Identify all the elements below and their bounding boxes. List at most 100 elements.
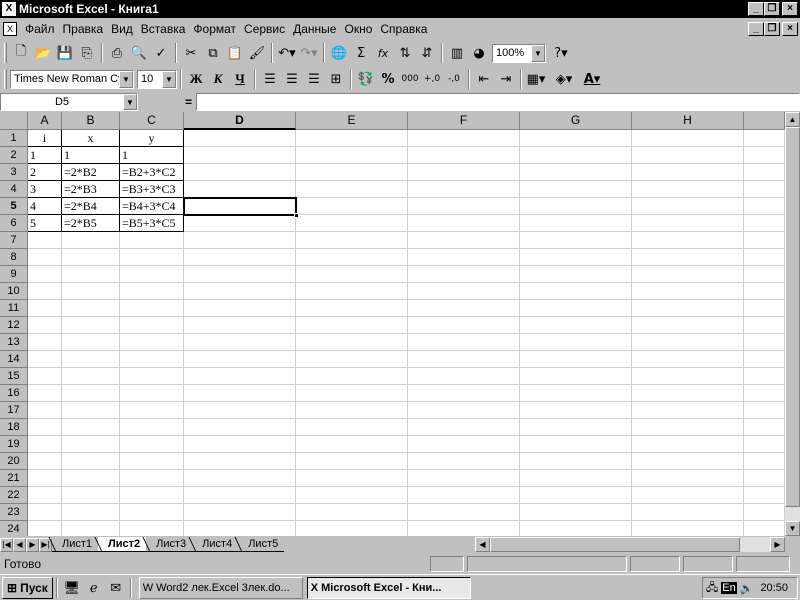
thousands-button[interactable]: 000 [399, 68, 421, 90]
grid-cell[interactable] [520, 368, 632, 385]
grid-cell[interactable] [744, 232, 785, 249]
grid-cell[interactable] [520, 300, 632, 317]
autosum-icon[interactable]: Σ [350, 42, 372, 64]
cell-b3[interactable]: =2*B2 [62, 164, 120, 181]
grid-cell[interactable] [632, 453, 744, 470]
grid-cell[interactable] [28, 317, 62, 334]
grid-cell[interactable] [632, 130, 744, 147]
grid-cell[interactable] [184, 266, 296, 283]
cell-b4[interactable]: =2*B3 [62, 181, 120, 198]
column-header-f[interactable]: F [408, 112, 520, 130]
grid-cell[interactable] [744, 504, 785, 521]
grid-cell[interactable] [520, 266, 632, 283]
grid-cell[interactable] [28, 402, 62, 419]
close-button[interactable]: × [782, 2, 798, 16]
grid-cell[interactable] [408, 419, 520, 436]
grid-cell[interactable] [62, 453, 120, 470]
grid-cell[interactable] [520, 521, 632, 536]
equals-button[interactable]: = [138, 95, 196, 109]
menu-window[interactable]: Окно [340, 22, 376, 36]
grid-cell[interactable] [408, 470, 520, 487]
cell-a4[interactable]: 3 [28, 181, 62, 198]
grid-cell[interactable] [184, 249, 296, 266]
row-header-7[interactable]: 7 [0, 232, 28, 249]
grid-cell[interactable] [296, 419, 408, 436]
first-sheet-icon[interactable]: |◀ [0, 537, 13, 552]
map-icon[interactable]: ◕ [468, 42, 490, 64]
font-color-icon[interactable]: A▾ [581, 68, 603, 90]
grid-cell[interactable] [184, 419, 296, 436]
grid-cell[interactable] [62, 521, 120, 536]
scroll-left-icon[interactable]: ◀ [475, 537, 490, 552]
grid-cell[interactable] [184, 215, 296, 232]
grid-cell[interactable] [408, 385, 520, 402]
menu-file[interactable]: Файл [21, 22, 59, 36]
grid-cell[interactable] [296, 147, 408, 164]
grid-cell[interactable] [632, 317, 744, 334]
grid-cell[interactable] [408, 436, 520, 453]
grid-cell[interactable] [632, 249, 744, 266]
chevron-down-icon[interactable]: ▼ [119, 70, 133, 88]
desktop-icon[interactable]: 🖥 [61, 577, 83, 599]
row-header-9[interactable]: 9 [0, 266, 28, 283]
grid-cell[interactable] [62, 487, 120, 504]
web-toolbar-icon[interactable]: 🌐 [328, 42, 350, 64]
doc-close-button[interactable]: × [782, 22, 798, 36]
cell-c5[interactable]: =B4+3*C4 [120, 198, 184, 215]
grid-cell[interactable] [744, 181, 785, 198]
grid-cell[interactable] [120, 521, 184, 536]
grid-cell[interactable] [120, 266, 184, 283]
grid-cell[interactable] [28, 368, 62, 385]
grid-cell[interactable] [632, 402, 744, 419]
grid-cell[interactable] [296, 436, 408, 453]
grid-cell[interactable] [296, 334, 408, 351]
redo-icon[interactable]: ↷▾ [298, 42, 320, 64]
row-header-11[interactable]: 11 [0, 300, 28, 317]
grid-cell[interactable] [408, 249, 520, 266]
row-header-13[interactable]: 13 [0, 334, 28, 351]
grid-cell[interactable] [120, 419, 184, 436]
grid-cell[interactable] [28, 470, 62, 487]
grid-cell[interactable] [120, 368, 184, 385]
grid-cell[interactable] [28, 283, 62, 300]
save-icon[interactable]: 💾 [54, 42, 76, 64]
scroll-thumb[interactable] [785, 127, 800, 507]
grid-cell[interactable] [408, 521, 520, 536]
cell-c2[interactable]: 1 [120, 147, 184, 164]
cell-b6[interactable]: =2*B5 [62, 215, 120, 232]
copy-icon[interactable]: ⧉ [202, 42, 224, 64]
task-word[interactable]: W Word2 лек.Excel 3лек.do... [138, 576, 303, 599]
grid-cell[interactable] [408, 164, 520, 181]
grid-cell[interactable] [120, 487, 184, 504]
grid-cell[interactable] [28, 266, 62, 283]
vertical-scrollbar[interactable]: ▲ ▼ [785, 112, 800, 536]
grid-cell[interactable] [520, 419, 632, 436]
grid-cell[interactable] [296, 300, 408, 317]
internet-explorer-icon[interactable]: ℯ [83, 577, 105, 599]
sort-descending-icon[interactable]: ⇵ [416, 42, 438, 64]
grid-cell[interactable] [632, 164, 744, 181]
grid-cell[interactable] [296, 351, 408, 368]
grid-cell[interactable] [120, 402, 184, 419]
grid-cell[interactable] [120, 453, 184, 470]
grid-cell[interactable] [744, 419, 785, 436]
function-wizard-icon[interactable]: fx [372, 42, 394, 64]
grid-cell[interactable] [28, 232, 62, 249]
grid-cell[interactable] [120, 232, 184, 249]
grid-cell[interactable] [520, 334, 632, 351]
grid-cell[interactable] [520, 436, 632, 453]
grid-cell[interactable] [28, 436, 62, 453]
grid-cell[interactable] [632, 181, 744, 198]
grid-cell[interactable] [296, 215, 408, 232]
grid-cell[interactable] [296, 266, 408, 283]
grid-cell[interactable] [62, 232, 120, 249]
grid-cell[interactable] [632, 147, 744, 164]
sheet-tab-4[interactable]: Лист4 [192, 537, 239, 552]
grid-cell[interactable] [408, 215, 520, 232]
grid-cell[interactable] [520, 130, 632, 147]
format-painter-icon[interactable]: 🖌 [246, 42, 268, 64]
grid-cell[interactable] [62, 266, 120, 283]
grid-cell[interactable] [520, 453, 632, 470]
grid-cell[interactable] [408, 453, 520, 470]
workbook-icon[interactable]: X [3, 22, 17, 36]
